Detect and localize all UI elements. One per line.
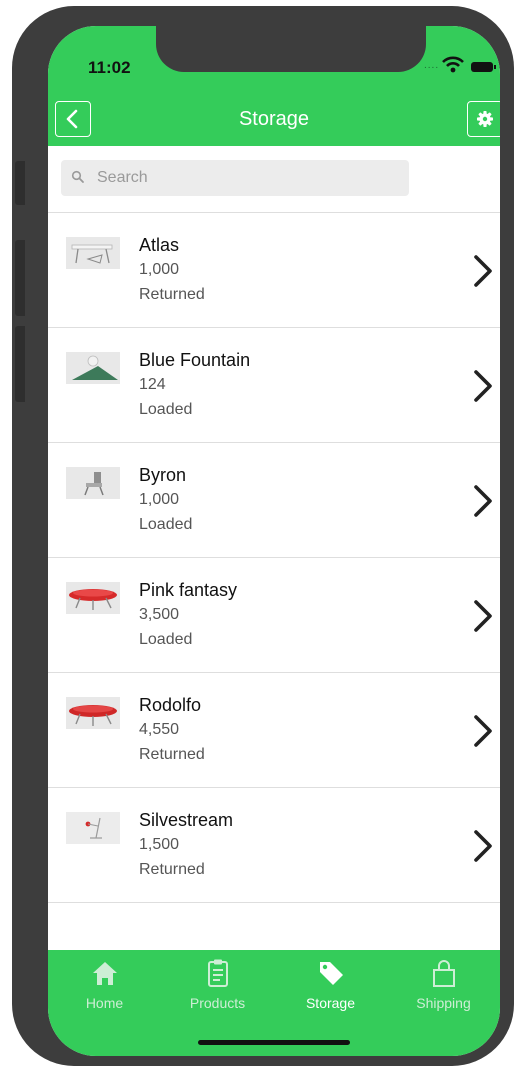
tab-label: Storage (305, 995, 356, 1011)
item-quantity: 3,500 (139, 606, 180, 623)
product-thumbnail (66, 467, 120, 499)
screen: 11:02 .... Storage Search Atlas 1,000 Re… (48, 26, 500, 1056)
tab-home[interactable]: Home (48, 950, 161, 1026)
list-item[interactable]: Pink fantasy 3,500 Loaded (48, 558, 500, 673)
list-item[interactable]: Byron 1,000 Loaded (48, 443, 500, 558)
list-item[interactable]: Atlas 1,000 Returned (48, 213, 500, 328)
mute-switch (15, 161, 25, 205)
item-name: Byron (139, 465, 187, 485)
notch (156, 26, 426, 72)
search-icon (71, 170, 84, 183)
item-status: Loaded (139, 401, 193, 418)
product-thumbnail (66, 237, 120, 269)
tab-label: Home (85, 995, 124, 1011)
battery-icon (471, 62, 496, 72)
item-name: Silvestream (139, 810, 234, 830)
volume-down-button (15, 326, 25, 402)
search-placeholder: Search (97, 169, 148, 186)
product-thumbnail (66, 582, 120, 614)
tab-bar: Home Products Storage Shipping (48, 950, 500, 1056)
shopping-bag-icon (433, 960, 455, 987)
list-item[interactable]: Rodolfo 4,550 Returned (48, 673, 500, 788)
item-name: Blue Fountain (139, 350, 251, 370)
page-title: Storage (238, 108, 310, 130)
chevron-right-icon (474, 830, 492, 862)
item-quantity: 1,000 (139, 491, 180, 508)
list-item[interactable]: Silvestream 1,500 Returned (48, 788, 500, 903)
signal-dots: .... (424, 60, 440, 71)
tag-icon (320, 962, 343, 985)
header-bar: 11:02 .... Storage (48, 26, 500, 146)
chevron-right-icon (474, 600, 492, 632)
chevron-right-icon (474, 715, 492, 747)
item-name: Rodolfo (139, 695, 202, 715)
list-item[interactable]: Blue Fountain 124 Loaded (48, 328, 500, 443)
product-thumbnail (66, 352, 120, 384)
item-status: Loaded (139, 631, 193, 648)
chevron-right-icon (474, 255, 492, 287)
status-time: 11:02 (88, 58, 131, 77)
product-thumbnail (66, 812, 120, 844)
item-quantity: 124 (139, 376, 166, 393)
phone-frame: 11:02 .... Storage Search Atlas 1,000 Re… (12, 6, 514, 1066)
chevron-right-icon (474, 370, 492, 402)
storage-list: Atlas 1,000 Returned Blue Fountain 124 L… (48, 213, 500, 903)
tab-label: Shipping (416, 995, 471, 1011)
tab-storage[interactable]: Storage (274, 950, 387, 1026)
home-indicator (198, 1040, 350, 1045)
item-quantity: 4,550 (139, 721, 180, 738)
home-icon (93, 962, 117, 985)
tab-shipping[interactable]: Shipping (387, 950, 500, 1026)
clipboard-icon (208, 959, 228, 987)
product-thumbnail (66, 697, 120, 729)
item-status: Returned (139, 861, 205, 878)
tab-products[interactable]: Products (161, 950, 274, 1026)
volume-up-button (15, 240, 25, 316)
search-bar: Search (48, 146, 500, 213)
item-quantity: 1,500 (139, 836, 180, 853)
wifi-icon (442, 56, 464, 73)
item-name: Atlas (139, 235, 180, 255)
settings-button[interactable] (467, 101, 500, 137)
search-input[interactable]: Search (61, 160, 409, 196)
item-status: Returned (139, 286, 205, 303)
tab-label: Products (189, 995, 246, 1011)
chevron-right-icon (474, 485, 492, 517)
item-quantity: 1,000 (139, 261, 180, 278)
item-status: Returned (139, 746, 205, 763)
item-name: Pink fantasy (139, 580, 238, 600)
item-status: Loaded (139, 516, 193, 533)
gear-icon (477, 111, 493, 127)
